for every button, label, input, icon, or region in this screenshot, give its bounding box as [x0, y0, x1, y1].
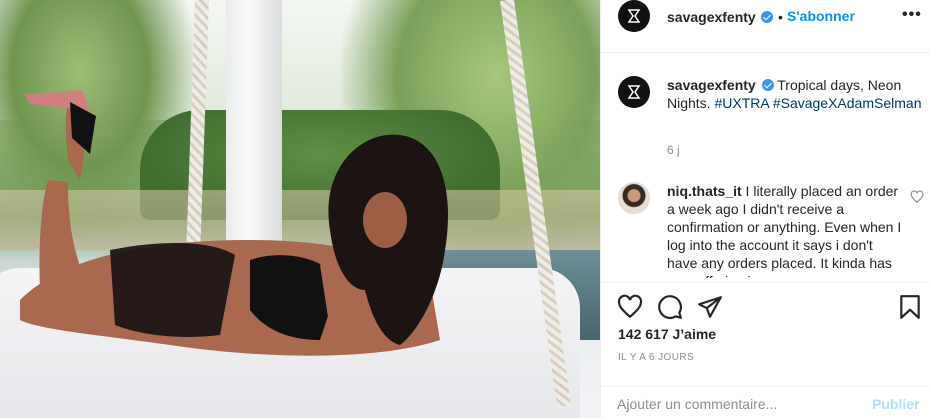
post-header: savagexfenty • S'abonner •••	[601, 0, 930, 36]
author-username[interactable]: savagexfenty	[667, 9, 756, 25]
verified-badge-icon	[761, 11, 773, 23]
photo-figure	[20, 90, 448, 356]
post-photo[interactable]	[0, 0, 600, 418]
verified-badge-icon	[761, 79, 774, 91]
comment-icon[interactable]	[657, 294, 683, 320]
header-separator-dot: •	[778, 9, 783, 25]
caption-username[interactable]: savagexfenty	[667, 77, 756, 93]
savage-x-logo-icon	[627, 9, 641, 23]
hashtag-uxtra[interactable]: #UXTRA	[714, 95, 768, 111]
follow-button[interactable]: S'abonner	[787, 8, 855, 24]
comment-item: niq.thats_it I literally placed an order…	[618, 182, 930, 278]
post-side-panel: savagexfenty • S'abonner ••• savagexfent…	[600, 0, 930, 418]
hashtag-savagexadamselman[interactable]: #SavageXAdamSelman	[773, 95, 922, 111]
commenter-username[interactable]: niq.thats_it	[667, 183, 742, 199]
comment-input[interactable]	[617, 393, 847, 415]
savage-x-logo-icon	[627, 85, 641, 99]
header-divider	[601, 52, 930, 53]
comment-like-heart-icon[interactable]	[910, 190, 924, 204]
commenter-avatar[interactable]	[618, 182, 650, 214]
likes-count[interactable]: 142 617 J’aime	[618, 326, 716, 342]
comment-text: niq.thats_it I literally placed an order…	[667, 182, 905, 278]
bookmark-icon[interactable]	[897, 294, 923, 320]
caption-avatar[interactable]	[618, 76, 650, 108]
post-actions-bar	[601, 286, 930, 326]
add-comment-bar: Publier	[601, 386, 930, 418]
heart-icon[interactable]	[617, 294, 643, 320]
author-avatar[interactable]	[618, 0, 650, 32]
more-options-icon[interactable]: •••	[902, 6, 922, 24]
caption-timestamp[interactable]: 6 j	[667, 143, 680, 157]
caption-text: savagexfenty Tropical days, Neon Nights.…	[667, 76, 922, 112]
post-date[interactable]: IL Y A 6 JOURS	[618, 352, 694, 363]
publish-button[interactable]: Publier	[872, 396, 919, 412]
actions-divider	[601, 282, 930, 283]
share-icon[interactable]	[697, 294, 723, 320]
